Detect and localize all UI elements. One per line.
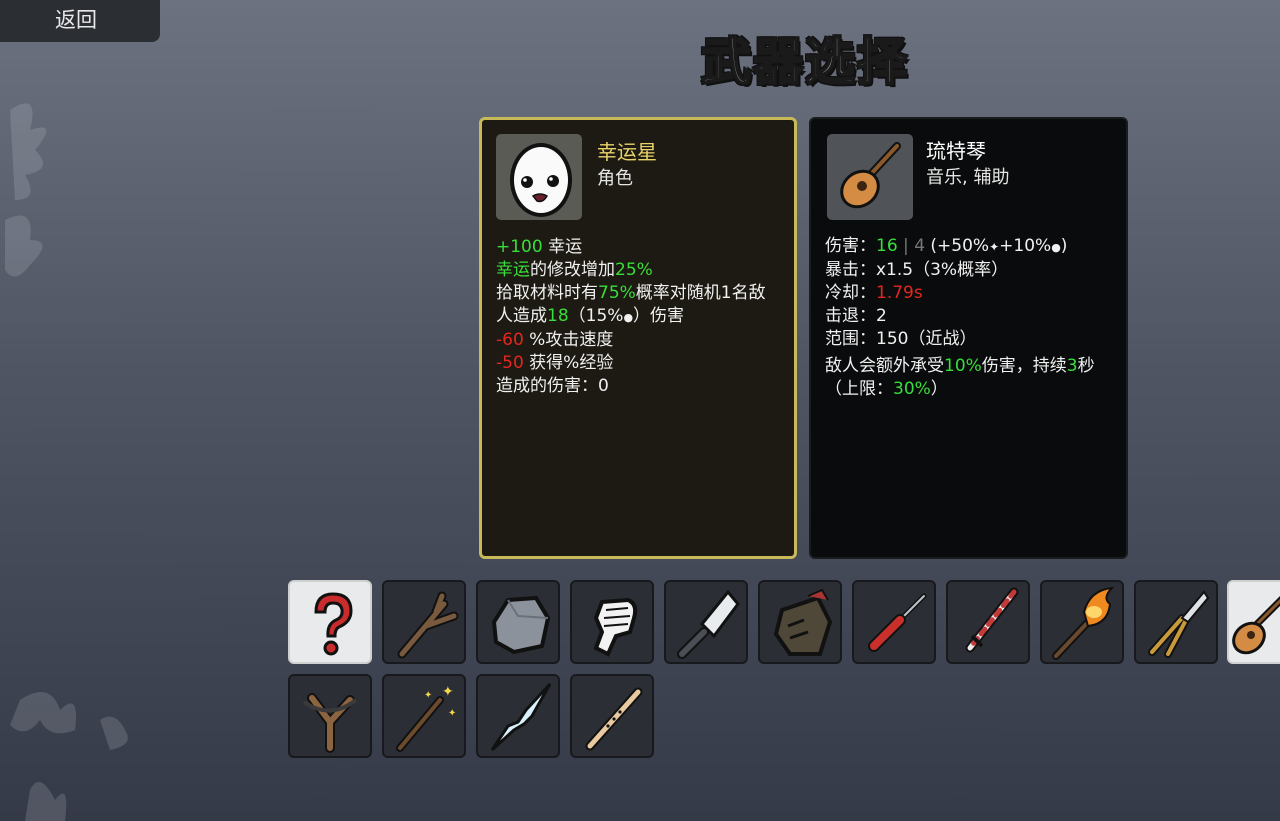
- torch-icon: [1052, 586, 1115, 660]
- rock-icon: [491, 595, 551, 655]
- svg-text:✦: ✦: [424, 690, 432, 701]
- stat-line: -50 获得%经验: [496, 353, 614, 373]
- stat-line: 造成的伤害：0: [496, 376, 609, 396]
- stick-icon: [397, 591, 459, 659]
- damage-line: 伤害：16 | 4 (+50%✦+10%●): [825, 236, 1068, 256]
- flute-icon: [585, 687, 643, 751]
- back-button[interactable]: 返回: [0, 0, 160, 42]
- crit-line: 暴击：x1.5（3%概率）: [825, 260, 1009, 280]
- weapon-slot-rock[interactable]: [476, 580, 560, 664]
- wand-icon: ✦ ✦ ✦: [396, 684, 456, 752]
- luck-icon: ●: [623, 311, 634, 324]
- luck-icon: ●: [1051, 241, 1061, 254]
- pruner-icon: [1148, 590, 1210, 658]
- character-type: 角色: [597, 168, 633, 189]
- fist-icon: [593, 597, 638, 657]
- character-portrait: [496, 134, 582, 220]
- weapon-slot-stick[interactable]: [382, 580, 466, 664]
- icicle-icon: [490, 682, 552, 752]
- stat-line: 人造成18（15%●）伤害: [496, 306, 685, 326]
- character-name: 幸运星: [597, 140, 657, 164]
- claw-icon: [773, 588, 833, 656]
- weapon-info-panel: 琉特琴 音乐, 辅助 伤害：16 | 4 (+50%✦+10%●) 暴击：x1.…: [809, 117, 1128, 559]
- stat-line: 拾取材料时有75%概率对随机1名敌: [496, 283, 766, 303]
- weapon-slot-claw[interactable]: [758, 580, 842, 664]
- background-foliage-bottom: [10, 692, 128, 821]
- weapon-slot-spear[interactable]: [946, 580, 1030, 664]
- weapon-slot-torch[interactable]: [1040, 580, 1124, 664]
- weapon-slot-wand[interactable]: ✦ ✦ ✦: [382, 674, 466, 758]
- weapon-stats: 伤害：16 | 4 (+50%✦+10%●) 暴击：x1.5（3%概率） 冷却：…: [825, 235, 1120, 401]
- character-stats: +100 幸运 幸运的修改增加25% 拾取材料时有75%概率对随机1名敌 人造成…: [496, 236, 791, 398]
- lute-icon: [1232, 596, 1280, 655]
- weapon-portrait: [827, 134, 913, 220]
- lute-icon: [840, 142, 901, 209]
- character-info-panel: 幸运星 角色 +100 幸运 幸运的修改增加25% 拾取材料时有75%概率对随机…: [479, 117, 797, 559]
- svg-text:✦: ✦: [442, 684, 454, 700]
- stat-line: -60 %攻击速度: [496, 330, 614, 350]
- weapon-slot-fist[interactable]: [570, 580, 654, 664]
- spear-icon: [965, 587, 1019, 653]
- weapon-slot-slingshot[interactable]: [288, 674, 372, 758]
- weapon-slot-flute[interactable]: [570, 674, 654, 758]
- page-title: 武器选择: [700, 32, 909, 92]
- egg-character-icon: [510, 143, 572, 217]
- melee-damage-icon: ✦: [989, 240, 1000, 254]
- question-icon: [314, 592, 353, 656]
- weapon-slot-random[interactable]: [288, 580, 372, 664]
- stat-line: +100 幸运: [496, 237, 583, 257]
- cleaver-icon: [677, 589, 740, 659]
- effect-cap-line: （上限：30%）: [825, 379, 948, 399]
- svg-text:✦: ✦: [448, 708, 456, 719]
- weapon-slot-pruner[interactable]: [1134, 580, 1218, 664]
- range-line: 范围：150（近战）: [825, 329, 977, 349]
- weapon-slot-icicle[interactable]: [476, 674, 560, 758]
- weapon-name: 琉特琴: [926, 139, 986, 163]
- background-foliage-left: [5, 103, 47, 277]
- stat-line: 幸运的修改增加25%: [496, 260, 653, 280]
- weapon-slot-lute[interactable]: [1227, 580, 1280, 664]
- weapon-tags: 音乐, 辅助: [926, 167, 1010, 188]
- knockback-line: 击退：2: [825, 306, 887, 326]
- effect-line: 敌人会额外承受10%伤害，持续3秒: [825, 356, 1095, 376]
- cooldown-line: 冷却：1.79s: [825, 283, 923, 303]
- screwdriver-icon: [868, 593, 927, 652]
- weapon-slot-screwdriver[interactable]: [852, 580, 936, 664]
- weapon-slot-cleaver[interactable]: [664, 580, 748, 664]
- slingshot-icon: [302, 693, 358, 753]
